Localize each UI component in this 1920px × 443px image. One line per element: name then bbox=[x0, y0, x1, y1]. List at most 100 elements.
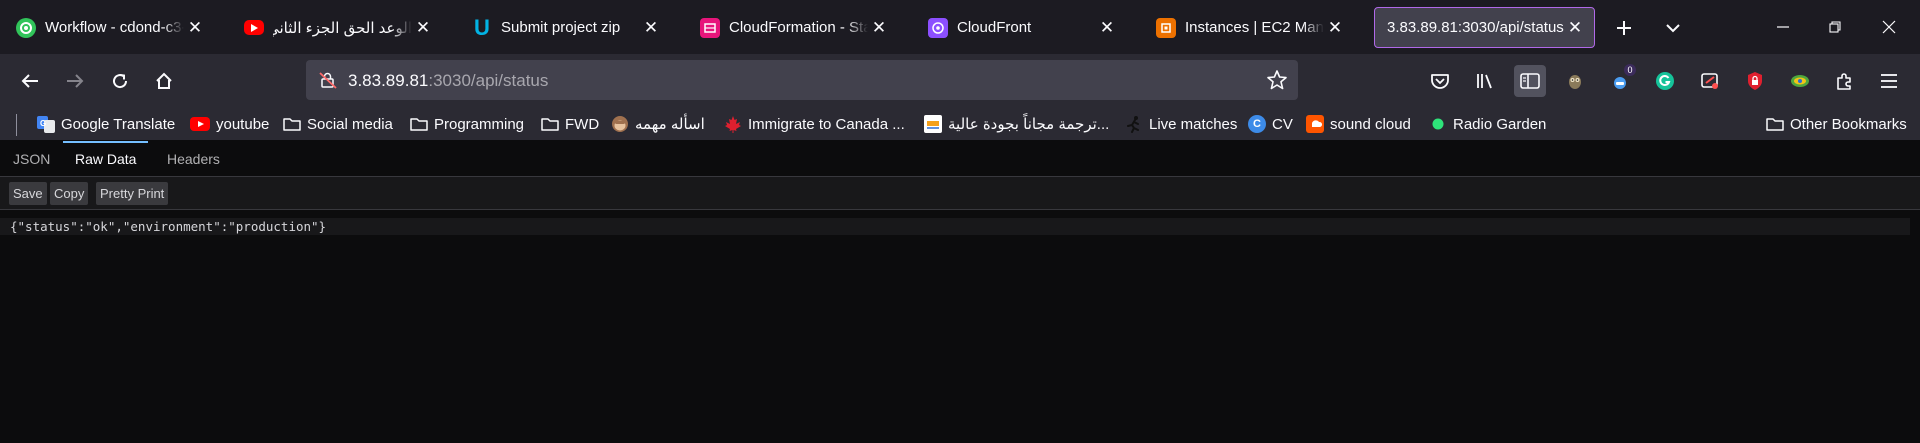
tab-strip: Workflow - cdond-c3-pr ✕ الوعد الحق الجز… bbox=[0, 0, 1920, 54]
cloudfront-icon bbox=[928, 17, 948, 38]
tab-ec2-instances[interactable]: Instances | EC2 Manage ✕ bbox=[1144, 7, 1354, 48]
restore-button[interactable] bbox=[1812, 8, 1858, 46]
maple-leaf-icon bbox=[724, 115, 742, 133]
bookmark-sound-cloud[interactable]: sound cloud bbox=[1306, 112, 1411, 136]
folder-icon bbox=[541, 115, 559, 133]
bookmark-translation-site[interactable]: ...ترجمة مجاناً بجودة عالية bbox=[924, 112, 1109, 136]
tab-raw-data[interactable]: Raw Data bbox=[62, 140, 150, 177]
json-viewer: JSON Raw Data Headers Save Copy Pretty P… bbox=[0, 140, 1920, 443]
tab-api-status[interactable]: 3.83.89.81:3030/api/status ✕ bbox=[1374, 7, 1595, 48]
tab-submit-project[interactable]: U Submit project zip ✕ bbox=[460, 7, 670, 48]
tab-headers[interactable]: Headers bbox=[167, 140, 220, 177]
bookmark-label: Radio Garden bbox=[1453, 115, 1547, 133]
bookmark-label: Live matches bbox=[1149, 115, 1238, 133]
tab-youtube-video[interactable]: الوعد الحق الجزء الثاني ✕ bbox=[232, 7, 442, 48]
runner-icon bbox=[1125, 115, 1143, 133]
close-tab-icon[interactable]: ✕ bbox=[868, 17, 890, 39]
bookmark-label: sound cloud bbox=[1330, 115, 1411, 133]
vpn-extension-icon[interactable] bbox=[1784, 65, 1816, 97]
bookmark-label: Google Translate bbox=[61, 115, 176, 133]
hamburger-menu-icon[interactable] bbox=[1873, 65, 1905, 97]
viewer-toolbar: Save Copy Pretty Print bbox=[0, 177, 1920, 210]
new-tab-button[interactable] bbox=[1608, 12, 1640, 44]
tab-json[interactable]: JSON bbox=[13, 140, 50, 177]
bookmark-label: Other Bookmarks bbox=[1790, 115, 1907, 133]
bookmark-folder-social-media[interactable]: Social media bbox=[283, 112, 393, 136]
other-bookmarks-folder[interactable]: Other Bookmarks bbox=[1766, 112, 1907, 136]
reload-button[interactable] bbox=[104, 65, 136, 97]
close-tab-icon[interactable]: ✕ bbox=[412, 17, 434, 39]
tab-title: Workflow - cdond-c3-pr bbox=[45, 19, 184, 36]
soundcloud-icon bbox=[1306, 115, 1324, 133]
bookmark-label: اسأله مهمه bbox=[635, 116, 705, 133]
bookmarks-separator bbox=[16, 114, 17, 136]
tab-title: 3.83.89.81:3030/api/status bbox=[1387, 19, 1564, 36]
canva-icon: C bbox=[1248, 115, 1266, 133]
bookmark-radio-garden[interactable]: Radio Garden bbox=[1429, 112, 1546, 136]
bookmark-youtube[interactable]: youtube bbox=[190, 112, 269, 136]
save-button[interactable]: Save bbox=[9, 182, 47, 205]
close-tab-icon[interactable]: ✕ bbox=[184, 17, 206, 39]
tab-title: CloudFormation - Stack bbox=[729, 19, 868, 36]
bookmark-label: ...ترجمة مجاناً بجودة عالية bbox=[948, 116, 1110, 133]
ec2-icon bbox=[1156, 17, 1176, 38]
close-tab-icon[interactable]: ✕ bbox=[1564, 17, 1586, 39]
translation-site-icon bbox=[924, 115, 942, 133]
extensions-puzzle-icon[interactable] bbox=[1829, 65, 1861, 97]
circleci-icon bbox=[16, 17, 36, 38]
folder-icon bbox=[410, 115, 428, 133]
raw-data-panel: {"status":"ok","environment":"production… bbox=[0, 218, 1910, 235]
bookmark-label: Immigrate to Canada ... bbox=[748, 115, 905, 133]
tab-title: Submit project zip bbox=[501, 19, 621, 36]
url-path: :3030/api/status bbox=[428, 71, 549, 90]
screenshot-extension-icon[interactable] bbox=[1694, 65, 1726, 97]
bookmark-folder-fwd[interactable]: FWD bbox=[541, 112, 599, 136]
youtube-icon bbox=[244, 20, 264, 35]
udacity-icon: U bbox=[474, 14, 490, 40]
cloudformation-icon bbox=[700, 17, 720, 38]
bookmark-live-matches[interactable]: Live matches bbox=[1125, 112, 1237, 136]
monkey-emoji-icon bbox=[611, 115, 629, 133]
insecure-lock-icon[interactable] bbox=[318, 70, 338, 90]
bookmark-folder-programming[interactable]: Programming bbox=[410, 112, 524, 136]
tab-cloudfront[interactable]: CloudFront ✕ bbox=[916, 7, 1126, 48]
folder-icon bbox=[1766, 115, 1784, 133]
extension-notification-icon[interactable]: 0 bbox=[1604, 64, 1636, 97]
close-tab-icon[interactable]: ✕ bbox=[1096, 17, 1118, 39]
grammarly-icon[interactable] bbox=[1649, 65, 1681, 97]
owl-extension-icon[interactable] bbox=[1559, 65, 1591, 97]
home-button[interactable] bbox=[148, 65, 180, 97]
forward-button[interactable] bbox=[59, 65, 91, 97]
copy-button[interactable]: Copy bbox=[50, 182, 89, 205]
url-host: 3.83.89.81 bbox=[348, 71, 429, 90]
bookmark-star-icon[interactable] bbox=[1266, 69, 1288, 91]
address-bar[interactable]: 3.83.89.81:3030/api/status bbox=[306, 60, 1298, 100]
bookmark-label: Social media bbox=[307, 115, 393, 133]
library-icon[interactable] bbox=[1469, 65, 1501, 97]
bookmark-label: FWD bbox=[565, 115, 600, 133]
bookmark-google-translate[interactable]: G Google Translate bbox=[37, 112, 175, 136]
svg-text:G: G bbox=[40, 119, 46, 128]
raw-json-text[interactable]: {"status":"ok","environment":"production… bbox=[10, 219, 326, 234]
folder-icon bbox=[283, 115, 301, 133]
sidebar-toggle-icon[interactable] bbox=[1514, 65, 1546, 97]
tab-cloudformation[interactable]: CloudFormation - Stack ✕ bbox=[688, 7, 898, 48]
bookmark-ask-important[interactable]: اسأله مهمه bbox=[611, 112, 705, 136]
minimize-button[interactable] bbox=[1760, 8, 1806, 46]
bookmark-cv[interactable]: C CV bbox=[1248, 112, 1293, 136]
close-tab-icon[interactable]: ✕ bbox=[640, 17, 662, 39]
tab-title: Instances | EC2 Manage bbox=[1185, 19, 1324, 36]
shield-extension-icon[interactable] bbox=[1739, 65, 1771, 97]
back-button[interactable] bbox=[14, 65, 46, 97]
youtube-icon bbox=[190, 115, 210, 133]
tab-workflow[interactable]: Workflow - cdond-c3-pr ✕ bbox=[4, 7, 214, 48]
navigation-toolbar: 3.83.89.81:3030/api/status 0 bbox=[0, 54, 1920, 108]
bookmark-label: youtube bbox=[216, 115, 270, 133]
pocket-icon[interactable] bbox=[1424, 65, 1456, 97]
bookmark-immigrate-canada[interactable]: Immigrate to Canada ... bbox=[724, 112, 905, 136]
list-all-tabs-button[interactable] bbox=[1657, 12, 1689, 44]
url-text[interactable]: 3.83.89.81:3030/api/status bbox=[348, 71, 548, 91]
close-window-button[interactable] bbox=[1866, 8, 1912, 46]
pretty-print-button[interactable]: Pretty Print bbox=[96, 182, 169, 205]
close-tab-icon[interactable]: ✕ bbox=[1324, 17, 1346, 39]
